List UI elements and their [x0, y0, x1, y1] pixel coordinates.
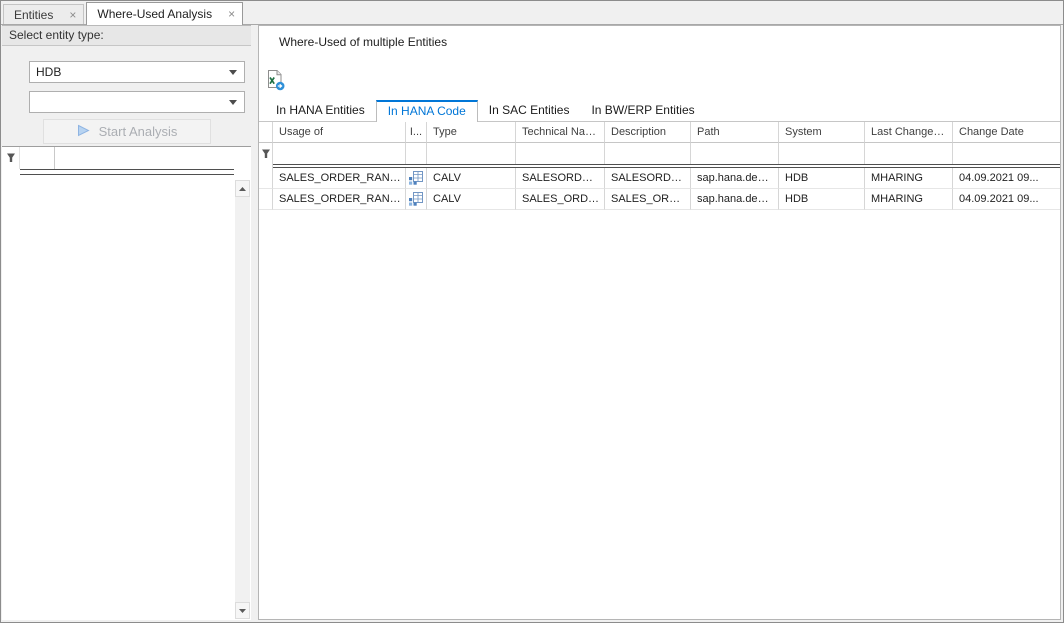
- chevron-down-icon: [229, 100, 244, 105]
- table-row[interactable]: SALES_ORDER_RANKING CALV SALESORDER_... …: [259, 168, 1060, 189]
- filter-cell-usage-of[interactable]: [273, 143, 406, 164]
- cell-type: CALV: [427, 168, 516, 189]
- filter-separator: [20, 169, 234, 175]
- cell-system: HDB: [779, 189, 865, 210]
- tab-where-used-analysis[interactable]: Where-Used Analysis ×: [86, 2, 243, 25]
- tab-entities[interactable]: Entities ×: [3, 4, 84, 24]
- select-entity-type-header: Select entity type:: [2, 25, 251, 46]
- col-technical-name[interactable]: Technical Name: [516, 122, 605, 143]
- scroll-down-icon[interactable]: [235, 602, 250, 619]
- chevron-down-icon: [229, 70, 244, 75]
- entity-selection-panel: Select entity type: HDB Start Analysis: [2, 25, 251, 620]
- col-path[interactable]: Path: [691, 122, 779, 143]
- tab-entities-label: Entities: [14, 8, 53, 22]
- filter-cell-path[interactable]: [691, 143, 779, 164]
- col-change-date[interactable]: Change Date: [953, 122, 1060, 143]
- cell-technical-name: SALESORDER_...: [516, 168, 605, 189]
- cell-path: sap.hana.dem...: [691, 189, 779, 210]
- col-description[interactable]: Description: [605, 122, 691, 143]
- col-type[interactable]: Type: [427, 122, 516, 143]
- start-analysis-label: Start Analysis: [99, 124, 178, 139]
- cell-description: SALES_ORDER...: [605, 189, 691, 210]
- tab-in-sac-entities[interactable]: In SAC Entities: [478, 100, 581, 121]
- table-row[interactable]: SALES_ORDER_RANKING CALV SALES_ORDER... …: [259, 189, 1060, 210]
- col-usage-of[interactable]: Usage of: [273, 122, 406, 143]
- entity-dropdown[interactable]: [29, 91, 245, 113]
- tree-filter-cell[interactable]: [20, 147, 55, 169]
- result-tab-bar: In HANA Entities In HANA Code In SAC Ent…: [265, 98, 706, 121]
- col-system[interactable]: System: [779, 122, 865, 143]
- play-icon: [77, 124, 90, 140]
- cell-system: HDB: [779, 168, 865, 189]
- tree-scrollbar[interactable]: [235, 180, 250, 619]
- filter-icon: [2, 147, 20, 169]
- filter-cell-technical-name[interactable]: [516, 143, 605, 164]
- where-used-analysis-window: Entities × Where-Used Analysis × × Selec…: [0, 0, 1064, 623]
- cell-change-date: 04.09.2021 09...: [953, 189, 1060, 210]
- excel-export-icon: [264, 69, 286, 96]
- scroll-up-icon[interactable]: [235, 180, 250, 197]
- cell-usage-of: SALES_ORDER_RANKING: [273, 189, 406, 210]
- tab-entities-close-icon[interactable]: ×: [69, 10, 76, 20]
- cell-technical-name: SALES_ORDER...: [516, 189, 605, 210]
- tree-filter-cell[interactable]: [55, 147, 234, 169]
- panel-title: Where-Used of multiple Entities: [279, 35, 447, 49]
- cell-path: sap.hana.dem...: [691, 168, 779, 189]
- col-last-changed-by[interactable]: Last Changed By: [865, 122, 953, 143]
- tab-in-hana-entities[interactable]: In HANA Entities: [265, 100, 376, 121]
- filter-cell-last-changed-by[interactable]: [865, 143, 953, 164]
- results-table: Usage of I... Type Technical Name Descri…: [259, 121, 1060, 210]
- filter-cell-type[interactable]: [427, 143, 516, 164]
- filter-cell-icon[interactable]: [406, 143, 427, 164]
- filter-cell-change-date[interactable]: [953, 143, 1060, 164]
- export-to-excel-button[interactable]: [262, 69, 288, 95]
- filter-cell-description[interactable]: [605, 143, 691, 164]
- row-indicator: [259, 189, 273, 210]
- cell-description: SALESORDER_...: [605, 168, 691, 189]
- calculation-view-icon: [406, 189, 427, 210]
- cell-change-date: 04.09.2021 09...: [953, 168, 1060, 189]
- tab-where-used-analysis-label: Where-Used Analysis: [97, 7, 212, 21]
- tab-in-hana-code[interactable]: In HANA Code: [376, 100, 478, 122]
- cell-last-changed-by: MHARING: [865, 168, 953, 189]
- cell-type: CALV: [427, 189, 516, 210]
- entity-type-dropdown[interactable]: HDB: [29, 61, 245, 83]
- filter-row: [259, 143, 1060, 164]
- table-header-row: Usage of I... Type Technical Name Descri…: [259, 122, 1060, 143]
- filter-cell-system[interactable]: [779, 143, 865, 164]
- calculation-view-icon: [406, 168, 427, 189]
- document-tab-strip: Entities × Where-Used Analysis ×: [1, 1, 1063, 25]
- tree-filter-row[interactable]: [2, 147, 234, 169]
- filter-icon: [259, 143, 273, 164]
- where-used-results-panel: Where-Used of multiple Entities In HANA …: [258, 25, 1061, 620]
- start-analysis-button[interactable]: Start Analysis: [43, 119, 211, 144]
- row-indicator-header: [259, 122, 273, 143]
- tab-where-used-analysis-close-icon[interactable]: ×: [228, 9, 235, 19]
- entity-tree-grid: [2, 146, 251, 620]
- cell-last-changed-by: MHARING: [865, 189, 953, 210]
- tab-in-bw-erp-entities[interactable]: In BW/ERP Entities: [580, 100, 705, 121]
- row-indicator: [259, 168, 273, 189]
- entity-type-value: HDB: [36, 65, 61, 79]
- col-icon[interactable]: I...: [406, 122, 427, 143]
- cell-usage-of: SALES_ORDER_RANKING: [273, 168, 406, 189]
